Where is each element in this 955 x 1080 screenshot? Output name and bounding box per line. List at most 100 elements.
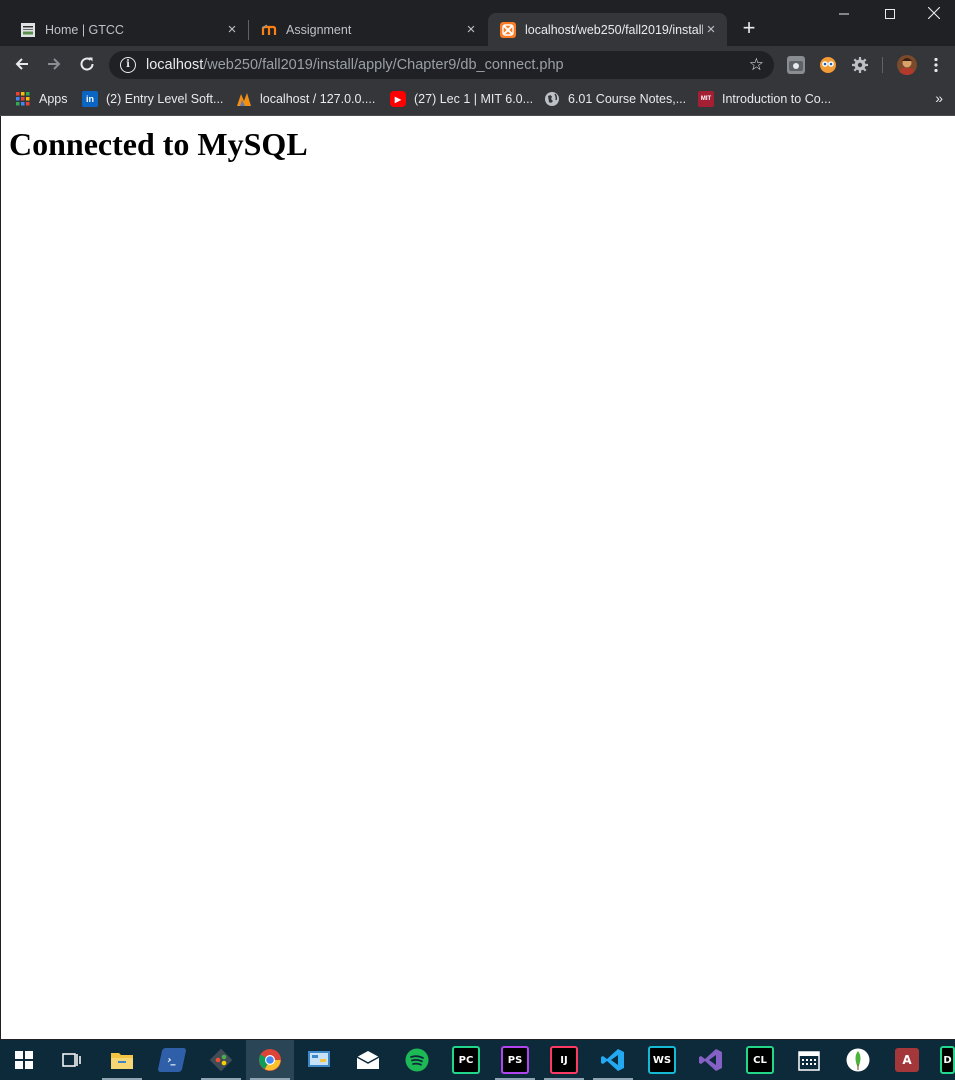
mail-icon <box>356 1051 380 1069</box>
camera-extension-icon[interactable] <box>787 56 805 74</box>
clion-icon: CL <box>746 1046 774 1074</box>
back-arrow-icon <box>15 58 28 70</box>
reload-icon <box>80 57 94 71</box>
url-path: /web250/fall2019/install/apply/Chapter9/… <box>203 57 564 73</box>
close-icon[interactable]: × <box>463 21 479 38</box>
maximize-icon <box>885 9 895 19</box>
bookmark-star-icon[interactable]: ☆ <box>749 55 764 75</box>
site-info-icon[interactable]: i <box>120 57 136 73</box>
apps-grid-icon <box>15 91 31 107</box>
owl-extension-icon[interactable] <box>819 56 837 74</box>
xampp-favicon-icon <box>500 21 516 38</box>
datagrip-icon: D <box>940 1046 955 1074</box>
address-bar[interactable]: i localhost/web250/fall2019/install/appl… <box>109 51 774 79</box>
file-explorer-icon <box>111 1053 133 1069</box>
taskbar-git[interactable] <box>197 1040 245 1080</box>
bookmark-label: localhost / 127.0.0.... <box>260 92 376 106</box>
bookmark-phpmyadmin[interactable]: localhost / 127.0.0.... <box>236 90 375 108</box>
moodle-favicon-icon <box>261 22 277 38</box>
spotify-icon <box>405 1048 429 1072</box>
bookmark-mit-ocw[interactable]: MIT Introduction to Co... <box>698 90 831 108</box>
taskbar-powershell[interactable]: ›_ <box>148 1040 196 1080</box>
powershell-icon: ›_ <box>157 1048 187 1072</box>
tab-title: Home | GTCC <box>45 22 124 37</box>
taskbar-intellij[interactable]: IJ <box>540 1040 588 1080</box>
vscode-icon <box>601 1049 624 1071</box>
bookmark-youtube[interactable]: ▶ (27) Lec 1 | MIT 6.0... <box>390 90 533 108</box>
taskbar-webstorm[interactable]: WS <box>638 1040 686 1080</box>
taskbar-access[interactable]: A <box>883 1040 931 1080</box>
taskbar-mongodb[interactable] <box>834 1040 882 1080</box>
youtube-icon: ▶ <box>390 91 406 107</box>
forward-arrow-icon <box>48 58 61 70</box>
taskbar-file-explorer[interactable] <box>98 1040 146 1080</box>
access-icon: A <box>895 1048 919 1072</box>
taskbar-mail[interactable] <box>344 1040 392 1080</box>
menu-dots-icon[interactable] <box>929 56 943 74</box>
reload-button[interactable] <box>77 55 97 75</box>
maximize-button[interactable] <box>867 0 913 30</box>
bookmark-label: Introduction to Co... <box>722 92 832 106</box>
close-icon <box>927 6 941 20</box>
forward-button[interactable] <box>44 55 64 75</box>
gear-extension-icon[interactable] <box>851 56 869 74</box>
taskbar-visual-studio[interactable] <box>687 1040 735 1080</box>
pycharm-icon: PC <box>452 1046 480 1074</box>
minimize-button[interactable] <box>821 0 867 30</box>
taskbar-clion[interactable]: CL <box>736 1040 784 1080</box>
git-icon <box>209 1048 233 1072</box>
close-icon[interactable]: × <box>703 21 719 38</box>
tab-title: localhost/web250/fall2019/install <box>525 22 703 37</box>
bookmark-linkedin[interactable]: in (2) Entry Level Soft... <box>82 90 223 108</box>
taskbar-control-panel[interactable] <box>295 1040 343 1080</box>
tab-localhost[interactable]: localhost/web250/fall2019/install × <box>488 13 727 46</box>
mongodb-icon <box>846 1048 870 1072</box>
bookmark-label: (2) Entry Level Soft... <box>106 92 224 106</box>
bookmark-label: 6.01 Course Notes,... <box>568 92 687 106</box>
taskbar-start[interactable] <box>0 1040 48 1080</box>
chrome-icon <box>259 1049 281 1071</box>
linkedin-icon: in <box>82 91 98 107</box>
gtcc-favicon-icon <box>20 22 36 38</box>
close-icon[interactable]: × <box>224 21 240 38</box>
control-panel-icon <box>308 1051 330 1067</box>
bookmark-apps[interactable]: Apps <box>15 90 68 108</box>
phpmyadmin-icon <box>236 91 252 107</box>
taskbar-calendar[interactable] <box>785 1040 833 1080</box>
taskbar-spotify[interactable] <box>393 1040 441 1080</box>
start-icon <box>15 1051 33 1069</box>
page-content: Connected to MySQL <box>1 116 955 1039</box>
window-close-button[interactable] <box>913 0 955 30</box>
new-tab-button[interactable]: + <box>738 17 760 39</box>
bookmark-label: (27) Lec 1 | MIT 6.0... <box>414 92 534 106</box>
taskbar-task-view[interactable] <box>48 1040 96 1080</box>
taskbar-pycharm[interactable]: PC <box>442 1040 490 1080</box>
bookmarks-overflow-button[interactable]: » <box>935 90 943 106</box>
taskbar-datagrip[interactable]: D <box>932 1040 955 1080</box>
taskbar-vscode[interactable] <box>589 1040 637 1080</box>
browser-chrome: Home | GTCC × Assignment × localhost/web… <box>0 0 955 116</box>
intellij-icon: IJ <box>550 1046 578 1074</box>
bookmarks-bar: Apps in (2) Entry Level Soft... localhos… <box>0 84 955 116</box>
url-host: localhost <box>146 57 204 73</box>
tab-assignment[interactable]: Assignment × <box>249 13 487 46</box>
taskbar-chrome[interactable] <box>246 1040 294 1080</box>
phpstorm-icon: PS <box>501 1046 529 1074</box>
back-button[interactable] <box>12 55 32 75</box>
windows-taskbar: ›_ PC PS IJ WS CL A D <box>0 1040 955 1080</box>
visual-studio-icon <box>699 1049 722 1071</box>
page-heading: Connected to MySQL <box>9 126 308 162</box>
minimize-icon <box>839 13 849 15</box>
bookmark-course-notes[interactable]: 6.01 Course Notes,... <box>544 90 686 108</box>
avatar[interactable] <box>897 55 917 75</box>
toolbar: i localhost/web250/fall2019/install/appl… <box>0 46 955 84</box>
taskbar-phpstorm[interactable]: PS <box>491 1040 539 1080</box>
tab-home-gtcc[interactable]: Home | GTCC × <box>8 13 248 46</box>
bookmark-label: Apps <box>39 92 68 106</box>
globe-icon <box>544 91 560 107</box>
tab-strip: Home | GTCC × Assignment × localhost/web… <box>0 0 955 46</box>
calendar-icon <box>798 1051 820 1071</box>
task-view-icon <box>62 1053 81 1067</box>
toolbar-divider <box>882 57 883 73</box>
tab-title: Assignment <box>286 22 352 37</box>
